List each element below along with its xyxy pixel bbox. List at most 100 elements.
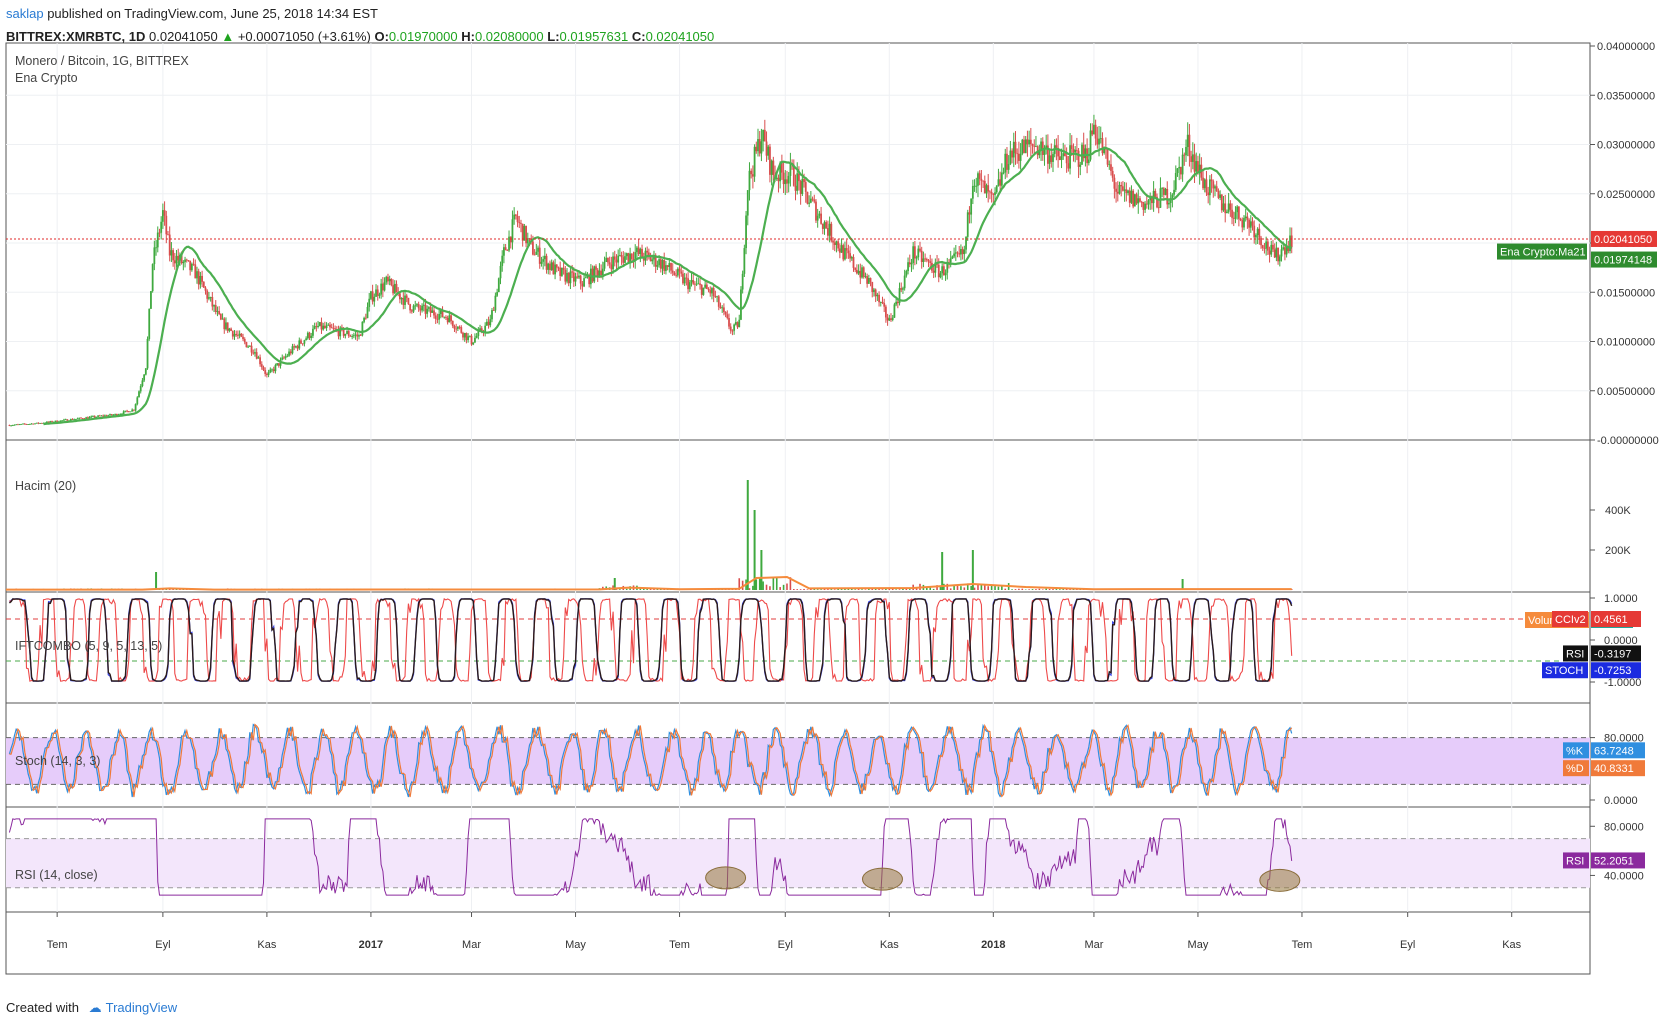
volume-bar bbox=[854, 589, 856, 590]
candle-body bbox=[719, 306, 722, 309]
k-value-tag: 63.7248 bbox=[1591, 742, 1645, 759]
ift-rsi-value-tag-text: -0.3197 bbox=[1594, 648, 1631, 660]
candle-body bbox=[129, 411, 132, 413]
candle-body bbox=[603, 262, 606, 269]
candle-body bbox=[825, 222, 828, 228]
candle-body bbox=[932, 270, 935, 273]
candle-body bbox=[893, 304, 896, 318]
last-price-tag-text: 0.02041050 bbox=[1594, 234, 1652, 246]
created-with-label: Created with bbox=[6, 1000, 79, 1015]
volume-pane-title: Hacim (20) bbox=[15, 479, 76, 493]
candle-body bbox=[1077, 150, 1080, 167]
candle-body bbox=[313, 326, 316, 329]
candle-body bbox=[1122, 186, 1124, 191]
candle-body bbox=[966, 212, 969, 237]
candle-body bbox=[445, 316, 447, 318]
candle-body bbox=[617, 255, 620, 263]
candle-body bbox=[102, 415, 105, 417]
candle-body bbox=[27, 424, 30, 425]
candle-body bbox=[93, 416, 96, 418]
volume-bar bbox=[769, 586, 771, 590]
candle-body bbox=[364, 317, 367, 319]
candle-body bbox=[8, 425, 11, 427]
volume-bar bbox=[1045, 588, 1047, 590]
candle-body bbox=[612, 256, 614, 270]
candle-body bbox=[902, 288, 904, 290]
candle-body bbox=[1159, 188, 1162, 208]
ma21-legend-tag: Ena Crypto:Ma21 bbox=[1497, 243, 1587, 260]
candle-body bbox=[896, 301, 899, 304]
candle-body bbox=[1280, 249, 1283, 257]
x-tick-label: Eyl bbox=[1400, 939, 1415, 951]
highlight-ellipse bbox=[861, 867, 903, 891]
candle-body bbox=[392, 285, 394, 294]
volume-spike-bar bbox=[760, 550, 763, 590]
chart-canvas[interactable]: 0.04000000 0.03500000 0.03000000 0.02500000… bbox=[0, 0, 1666, 1025]
candle-body bbox=[1188, 134, 1191, 157]
candle-body bbox=[578, 275, 580, 278]
candle-body bbox=[922, 258, 925, 262]
candle-body bbox=[1215, 186, 1218, 192]
candle-body bbox=[990, 192, 993, 194]
candle-body bbox=[150, 291, 152, 309]
tradingview-link[interactable]: TradingView bbox=[106, 1000, 178, 1015]
candle-body bbox=[448, 315, 451, 323]
candle-body bbox=[132, 409, 135, 411]
candle-body bbox=[1113, 177, 1116, 189]
candle-body bbox=[591, 268, 594, 282]
volume-bar bbox=[1014, 589, 1017, 590]
candle-body bbox=[1272, 244, 1274, 250]
candle-body bbox=[1220, 194, 1223, 211]
candle-body bbox=[456, 326, 459, 329]
candle-body bbox=[1237, 206, 1240, 219]
candle-body bbox=[85, 417, 88, 419]
candle-body bbox=[298, 340, 301, 349]
candle-body bbox=[729, 326, 732, 331]
candle-body bbox=[405, 295, 408, 298]
candle-body bbox=[1111, 170, 1114, 178]
candle-body bbox=[917, 248, 920, 258]
candle-body bbox=[796, 173, 799, 191]
volume-spike-bar bbox=[155, 572, 158, 590]
candle-body bbox=[492, 310, 495, 311]
x-tick-label: Kas bbox=[257, 939, 276, 951]
candle-body bbox=[223, 318, 226, 330]
candle-body bbox=[1244, 216, 1247, 219]
candle-body bbox=[351, 336, 354, 337]
candle-body bbox=[757, 139, 759, 152]
volume-bar bbox=[970, 586, 972, 590]
candle-body bbox=[160, 221, 163, 233]
candle-body bbox=[134, 404, 137, 411]
volume-bar bbox=[1021, 588, 1024, 590]
candle-body bbox=[625, 253, 628, 257]
candle-body bbox=[378, 294, 381, 296]
candle-body bbox=[277, 363, 280, 366]
main-pane-subtitle: Ena Crypto bbox=[15, 71, 78, 85]
volume-bar bbox=[861, 589, 863, 590]
candle-body bbox=[961, 249, 964, 255]
candle-body bbox=[598, 270, 601, 276]
candle-body bbox=[1052, 153, 1054, 162]
candle-body bbox=[989, 191, 991, 193]
candle-body bbox=[1067, 163, 1070, 169]
candle-body bbox=[767, 146, 770, 156]
candle-body bbox=[1079, 164, 1082, 167]
candle-body bbox=[1024, 139, 1027, 154]
candle-body bbox=[953, 253, 955, 257]
candle-body bbox=[999, 179, 1002, 186]
volume-bar bbox=[765, 584, 768, 590]
candle-body bbox=[637, 247, 640, 254]
candle-body bbox=[624, 256, 626, 263]
candle-body bbox=[1127, 190, 1129, 194]
candle-body bbox=[15, 424, 18, 426]
candle-body bbox=[1050, 155, 1053, 162]
candle-body bbox=[1074, 149, 1077, 153]
candle-body bbox=[1118, 184, 1121, 194]
candle-body bbox=[1098, 138, 1100, 145]
candle-body bbox=[745, 215, 747, 249]
candle-body bbox=[1065, 156, 1068, 164]
candle-body bbox=[1277, 247, 1279, 262]
candle-body bbox=[595, 266, 597, 270]
candle-body bbox=[651, 259, 654, 262]
candle-body bbox=[878, 294, 880, 303]
